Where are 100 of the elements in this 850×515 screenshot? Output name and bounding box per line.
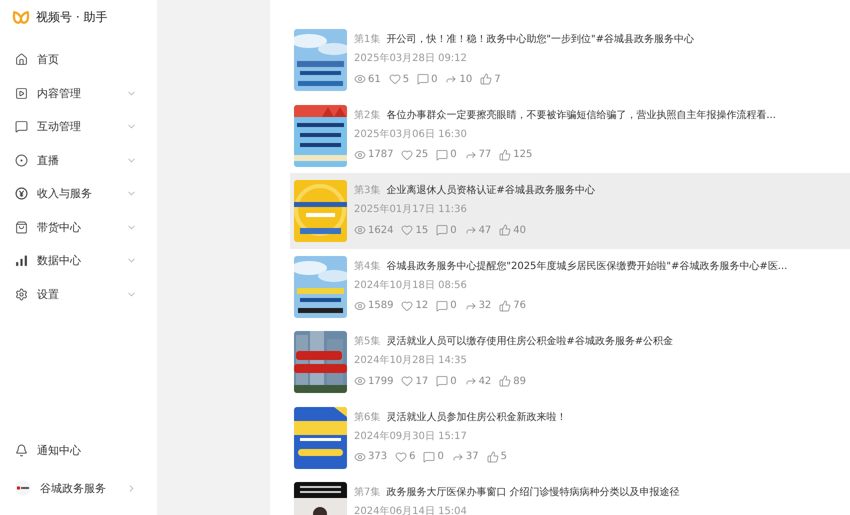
nav-item[interactable]: 内容管理 <box>0 76 157 110</box>
publish-date: 2025年03月06日 16:30 <box>354 128 468 140</box>
nav-item[interactable]: 收入与服务 <box>0 177 157 210</box>
heart-icon <box>395 450 408 462</box>
eye-icon <box>354 300 366 312</box>
shopping-bag-icon <box>15 220 28 234</box>
play-square-icon <box>15 86 28 100</box>
video-title[interactable]: 灵活就业人员可以缴存使用住房公积金啦#谷城政务服务#公积金 <box>386 334 674 348</box>
account-item[interactable]: 谷城政务服务 <box>0 472 157 505</box>
video-title[interactable]: 各位办事群众一定要擦亮眼睛，不要被诈骗短信给骗了，营业执照自主年报操作流程看... <box>386 108 776 122</box>
logo-icon <box>12 10 30 24</box>
comment-icon <box>436 224 448 236</box>
publish-date: 2024年10月28日 14:35 <box>354 354 468 367</box>
publish-date: 2025年03月28日 09:12 <box>354 52 468 65</box>
stat-count: 12 <box>415 300 428 311</box>
chat-bubble-icon <box>15 120 28 134</box>
video-title[interactable]: 政务服务大厅医保办事窗口 介绍门诊慢特病病种分类以及申报途径 <box>386 485 680 499</box>
stat-count: 125 <box>513 149 532 160</box>
video-title[interactable]: 灵活就业人员参加住房公积金新政来啦！ <box>386 410 566 424</box>
heart-icon <box>388 73 401 85</box>
episode-number: 第2集 <box>354 108 380 122</box>
video-title[interactable]: 谷城县政务服务中心提醒您"2025年度城乡居民医保缴费开始啦"#谷城政务服务中心#医... <box>386 258 788 272</box>
thumbs-up-icon <box>499 224 512 236</box>
video-title[interactable]: 企业离退休人员资格认证#谷城县政务服务中心 <box>386 183 595 197</box>
home-icon <box>15 53 28 66</box>
avatar-icon <box>15 480 31 496</box>
stat-count: 37 <box>466 451 479 462</box>
thumbs-up-icon <box>499 300 512 312</box>
eye-icon <box>354 148 366 160</box>
stat-count: 61 <box>368 74 381 84</box>
eye-icon <box>354 224 366 236</box>
stat-count: 47 <box>478 224 492 236</box>
episode-number: 第3集 <box>354 184 380 197</box>
nav-item[interactable]: 直播 <box>0 144 157 177</box>
nav-item[interactable]: 首页 <box>0 43 157 76</box>
stat-count: 1589 <box>368 300 394 311</box>
nav-item[interactable]: 互动管理 <box>0 110 157 144</box>
nav-item[interactable]: 带货中心 <box>0 210 157 244</box>
stat-count: 32 <box>478 300 492 311</box>
video-title[interactable]: 开公司，快！准！稳！政务中心助您"一步到位"#谷城县政务服务中心 <box>386 32 694 46</box>
stat-count: 89 <box>513 376 526 386</box>
comment-icon <box>436 300 448 312</box>
bell-icon <box>15 444 28 458</box>
comment-icon <box>417 73 430 85</box>
episode-number: 第6集 <box>354 410 380 424</box>
stat-count: 1799 <box>368 376 394 386</box>
share-icon <box>464 375 477 387</box>
publish-date: 2025年01月17日 11:36 <box>354 203 468 216</box>
stat-count: 0 <box>450 224 457 236</box>
stat-count: 6 <box>409 451 416 462</box>
stat-count: 15 <box>415 224 428 236</box>
stat-count: 77 <box>478 149 492 160</box>
stat-count: 5 <box>500 451 507 462</box>
comment-icon <box>436 375 448 387</box>
heart-icon <box>401 300 414 312</box>
stat-count: 25 <box>415 149 428 160</box>
comment-icon <box>423 450 436 462</box>
stat-count: 5 <box>402 74 410 84</box>
stat-count: 76 <box>513 300 526 311</box>
episode-number: 第5集 <box>354 335 380 348</box>
yen-coin-icon <box>15 187 28 200</box>
episode-number: 第4集 <box>354 260 380 272</box>
publish-date: 2024年10月18日 08:56 <box>354 278 468 292</box>
stat-count: 1787 <box>368 149 394 160</box>
eye-icon <box>354 450 366 462</box>
heart-icon <box>401 224 414 236</box>
stat-count: 40 <box>513 224 526 236</box>
bar-chart-icon <box>15 254 28 268</box>
episode-number: 第1集 <box>354 33 380 46</box>
publish-date: 2024年09月30日 15:17 <box>354 430 468 442</box>
stat-count: 1624 <box>368 224 394 236</box>
thumbs-up-icon <box>499 375 512 387</box>
heart-icon <box>401 375 414 387</box>
thumbs-up-icon <box>486 450 499 462</box>
eye-icon <box>354 73 366 85</box>
video-row[interactable]: 第3集 企业离退休人员资格认证#谷城县政务服务中心 2025年01月17日 11:36 1624 15 0 47 40 <box>290 173 850 248</box>
app-title: 视频号 · 助手 <box>36 8 108 26</box>
publish-date: 2024年06月14日 15:04 <box>354 505 468 515</box>
eye-icon <box>354 375 366 387</box>
stat-count: 42 <box>478 376 492 386</box>
stat-count: 0 <box>450 149 457 160</box>
ring-icon <box>15 154 28 167</box>
comment-icon <box>436 148 448 160</box>
heart-icon <box>401 148 414 160</box>
stat-count: 0 <box>450 300 457 311</box>
notification-center-item[interactable]: 通知中心 <box>0 434 157 468</box>
nav-item[interactable]: 设置 <box>0 278 157 311</box>
share-icon <box>445 73 458 85</box>
stat-count: 373 <box>368 451 388 462</box>
episode-number: 第7集 <box>354 486 380 499</box>
share-icon <box>464 224 477 236</box>
stat-count: 0 <box>450 376 457 386</box>
stat-count: 17 <box>415 376 428 386</box>
thumbs-up-icon <box>480 73 492 85</box>
stat-count: 7 <box>494 74 501 84</box>
nav-item[interactable]: 数据中心 <box>0 244 157 278</box>
stat-count: 10 <box>459 74 472 84</box>
stat-count: 0 <box>437 451 444 462</box>
settings-icon <box>15 288 28 301</box>
stat-count: 0 <box>431 74 438 84</box>
